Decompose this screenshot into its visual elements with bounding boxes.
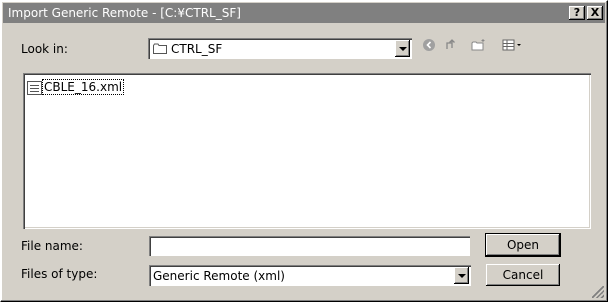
back-icon[interactable] [421, 38, 437, 54]
files-of-type-value: Generic Remote (xml) [153, 269, 285, 283]
file-name-input[interactable] [149, 236, 470, 256]
window-title: Import Generic Remote - [C:¥CTRL_SF] [8, 6, 241, 20]
look-in-dropdown[interactable]: CTRL_SF [148, 38, 412, 59]
xml-file-icon [27, 81, 42, 95]
close-button[interactable]: X [587, 6, 603, 20]
files-of-type-dropdown-arrow[interactable] [454, 267, 469, 284]
look-in-label: Look in: [21, 42, 68, 56]
file-name-label: File name: [21, 239, 83, 253]
files-of-type-dropdown[interactable]: Generic Remote (xml) [149, 265, 471, 286]
help-button[interactable]: ? [569, 6, 585, 20]
look-in-value: CTRL_SF [171, 42, 223, 56]
open-button[interactable]: Open [485, 233, 561, 257]
folder-icon [153, 43, 167, 54]
file-item-label: CBLE_16.xml [41, 79, 125, 95]
up-folder-icon[interactable] [444, 38, 460, 54]
title-bar[interactable]: Import Generic Remote - [C:¥CTRL_SF] ? X [3, 3, 605, 23]
view-menu-icon[interactable] [502, 38, 524, 54]
resize-grip-icon[interactable] [592, 286, 604, 298]
cancel-button[interactable]: Cancel [486, 264, 560, 286]
file-list[interactable] [23, 73, 591, 229]
look-in-dropdown-arrow[interactable] [395, 40, 410, 57]
new-folder-icon[interactable] [471, 38, 487, 54]
files-of-type-label: Files of type: [21, 267, 98, 281]
import-dialog: Import Generic Remote - [C:¥CTRL_SF] ? X… [0, 0, 608, 302]
